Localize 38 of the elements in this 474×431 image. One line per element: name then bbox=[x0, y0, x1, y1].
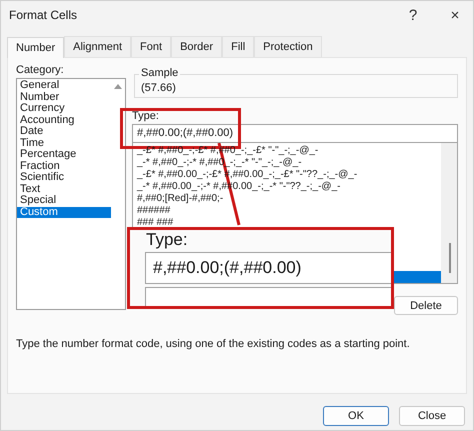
category-item[interactable]: Percentage bbox=[17, 149, 111, 160]
sample-value: (57.66) bbox=[141, 82, 176, 94]
category-item[interactable]: Currency bbox=[17, 103, 111, 114]
tab[interactable]: Alignment bbox=[64, 36, 132, 57]
type-label: Type: bbox=[132, 110, 160, 122]
description-text: Type the number format code, using one of the existing codes as a starting point. bbox=[16, 337, 411, 352]
tab[interactable]: Font bbox=[131, 36, 172, 57]
category-item[interactable]: Accounting bbox=[17, 114, 111, 126]
window-title: Format Cells bbox=[9, 8, 78, 22]
ok-button[interactable]: OK bbox=[323, 406, 389, 426]
category-item[interactable]: General bbox=[17, 80, 111, 92]
sample-label: Sample bbox=[139, 67, 180, 79]
tab[interactable]: Protection bbox=[254, 36, 322, 57]
format-item[interactable]: #,##0;[Red]-#,##0;- bbox=[137, 193, 441, 205]
category-item[interactable]: Date bbox=[17, 126, 111, 138]
type-field[interactable]: #,##0.00;(#,##0.00) bbox=[132, 124, 458, 143]
category-item[interactable]: Time bbox=[17, 138, 111, 149]
close-button[interactable]: × bbox=[437, 6, 473, 24]
scroll-up-icon[interactable] bbox=[114, 84, 122, 89]
format-item[interactable]: ###### bbox=[137, 205, 441, 217]
format-item[interactable]: ### ### bbox=[137, 217, 441, 229]
callout-type-field: #,##0.00;(#,##0.00) bbox=[145, 252, 391, 284]
tab[interactable]: Fill bbox=[222, 36, 254, 57]
category-item[interactable]: Scientific bbox=[17, 172, 111, 184]
category-item[interactable]: Number bbox=[17, 92, 111, 103]
help-button[interactable]: ? bbox=[395, 6, 431, 24]
category-item[interactable]: Fraction bbox=[17, 160, 111, 172]
category-label: Category: bbox=[16, 64, 65, 76]
category-item[interactable]: Custom bbox=[17, 206, 111, 218]
close-dialog-button[interactable]: Close bbox=[399, 406, 465, 426]
callout-type-label: Type: bbox=[146, 230, 188, 250]
tab[interactable]: Number bbox=[7, 37, 64, 58]
category-list[interactable]: General Number Currency Accounting Date Time Percentage Fraction Scientific Text Special Custom bbox=[16, 78, 126, 310]
scroll-thumb[interactable] bbox=[449, 243, 451, 273]
delete-button[interactable]: Delete bbox=[394, 296, 458, 315]
category-item[interactable]: Text bbox=[17, 184, 111, 195]
tab[interactable]: Border bbox=[171, 36, 222, 57]
category-item[interactable]: Special bbox=[17, 195, 111, 206]
